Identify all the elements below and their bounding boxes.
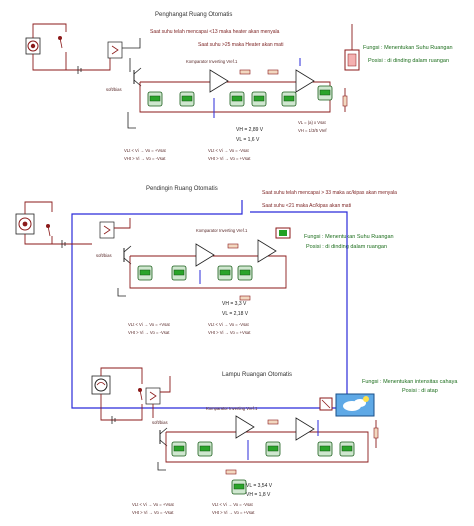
voltmeter-icon bbox=[197, 441, 213, 457]
cooler-title: Pendingin Ruang Otomatis bbox=[146, 186, 218, 192]
lamp-reading-vl: VL = 3,54 V bbox=[246, 483, 273, 489]
lamp-function: Fungsi : Menentukan intensitas cahaya bbox=[362, 379, 458, 385]
voltmeter-icon bbox=[265, 441, 281, 457]
switch-icon bbox=[46, 224, 51, 237]
cooler-relay-label: soft/bias bbox=[96, 253, 112, 258]
cooler-note-2: Saat suhu <21 maka Ac/kipas akan mati bbox=[262, 203, 351, 209]
heater-mini-note-1: VL = (a) x Vsat bbox=[298, 120, 326, 125]
opamp-icon bbox=[257, 239, 277, 263]
voltmeter-icon bbox=[171, 441, 187, 457]
heater-rule-left-2: VHt > Vi → Vo = -Vsat bbox=[124, 156, 166, 161]
heater-comparator-label: Komparator Inverting Vref.1 bbox=[186, 59, 238, 64]
section-cooler: Pendingin Ruang Otomatis Saat suhu telah… bbox=[15, 186, 397, 409]
opamp-icon bbox=[195, 243, 215, 284]
voltmeter-icon bbox=[147, 91, 163, 107]
switch-icon bbox=[58, 36, 63, 49]
voltmeter-icon bbox=[281, 91, 297, 107]
section-heater: Penghangat Ruang Otomatis Saat suhu tela… bbox=[25, 12, 453, 161]
ldr-icon bbox=[319, 397, 333, 411]
lamp-comparator-label: Komparator Inverting Vref.1 bbox=[206, 406, 258, 411]
cooler-comparator-label: Komparator Inverting Vref.1 bbox=[196, 228, 248, 233]
lamp-position: Posisi : di atap bbox=[402, 388, 438, 394]
heater-rule-right-1: VLt < Vi → Vo = -Vsat bbox=[208, 148, 249, 153]
voltmeter-icon bbox=[171, 265, 187, 281]
lamp-title: Lampu Ruangan Otomatis bbox=[222, 372, 292, 378]
ldr-sky-sensor-icon bbox=[335, 393, 375, 417]
heater-note-2: Saat suhu >25 maka Heater akan mati bbox=[198, 42, 283, 48]
opamp-icon bbox=[235, 415, 255, 460]
heater-title: Penghangat Ruang Otomatis bbox=[155, 12, 232, 18]
lamp-reading-vh: VH = 1,8 V bbox=[246, 492, 271, 498]
heater-relay-label: soft/bias bbox=[106, 87, 122, 92]
voltmeter-icon bbox=[237, 265, 253, 281]
relay-icon bbox=[145, 387, 161, 405]
cooler-reading-vh: VH = 3,3 V bbox=[222, 301, 247, 307]
voltmeter-icon bbox=[179, 91, 195, 107]
section-lamp: Lampu Ruangan Otomatis Fungsi : Menentuk… bbox=[91, 367, 458, 515]
cooler-rule-right-2: VHt > Vi → Vo = +Vsat bbox=[208, 330, 251, 335]
cooler-rule-right-1: VLt < Vi → Vo = -Vsat bbox=[208, 322, 249, 327]
thermometer-sensor-icon bbox=[275, 227, 291, 239]
voltmeter-icon bbox=[231, 479, 247, 495]
lamp-rule-left-2: VHt > Vi → Vo = -Vsat bbox=[132, 510, 174, 515]
relay-icon bbox=[107, 41, 123, 59]
opamp-icon bbox=[209, 69, 229, 118]
voltmeter-icon bbox=[317, 441, 333, 457]
cooler-note-1: Saat suhu telah mencapai > 33 maka ac/ki… bbox=[262, 190, 397, 196]
fan-icon bbox=[15, 213, 35, 235]
voltmeter-icon bbox=[317, 85, 333, 101]
lamp-relay-label: soft/bias bbox=[152, 420, 168, 425]
heater-position: Posisi : di dinding dalam ruangan bbox=[368, 58, 449, 64]
heater-reading-vl: VL = 1,6 V bbox=[236, 137, 260, 143]
thermometer-sensor-icon bbox=[344, 24, 360, 71]
opamp-icon bbox=[295, 417, 319, 441]
switch-icon bbox=[138, 388, 143, 401]
cooler-function: Fungsi : Menentukan Suhu Ruangan bbox=[304, 234, 394, 240]
heater-rule-right-2: VHt > Vi → Vo = +Vsat bbox=[208, 156, 251, 161]
cooler-reading-vl: VL = 2,18 V bbox=[222, 311, 249, 317]
lamp-rule-left-1: VLt < Vi → Vo = +Vsat bbox=[132, 502, 175, 507]
lamp-rule-right-1: VLt < Vi → Vo = -Vsat bbox=[212, 502, 253, 507]
heater-rule-left-1: VLt < Vi → Vo = +Vsat bbox=[124, 148, 167, 153]
heater-note-1: Saat suhu telah mencapai <13 maka heater… bbox=[150, 29, 280, 35]
voltmeter-icon bbox=[339, 441, 355, 457]
heater-lamp-icon bbox=[25, 37, 41, 55]
heater-mini-note-2: VH = 1/3/5 Vref bbox=[298, 128, 327, 133]
voltmeter-icon bbox=[137, 265, 153, 281]
lamp-icon bbox=[91, 375, 111, 395]
heater-reading-vh: VH = 2,89 V bbox=[236, 127, 264, 133]
voltmeter-icon bbox=[229, 91, 245, 107]
voltmeter-icon bbox=[217, 265, 233, 281]
opamp-icon bbox=[295, 58, 315, 93]
lamp-rule-right-2: VHt > Vi → Vo = +Vsat bbox=[212, 510, 255, 515]
relay-icon bbox=[99, 221, 115, 239]
circuit-diagram: Penghangat Ruang Otomatis Saat suhu tela… bbox=[15, 12, 458, 515]
cooler-rule-left-1: VLt < Vi → Vo = +Vsat bbox=[128, 322, 171, 327]
heater-function: Fungsi : Menentukan Suhu Ruangan bbox=[363, 45, 453, 51]
voltmeter-icon bbox=[251, 91, 267, 107]
cooler-rule-left-2: VHt > Vi → Vo = -Vsat bbox=[128, 330, 170, 335]
